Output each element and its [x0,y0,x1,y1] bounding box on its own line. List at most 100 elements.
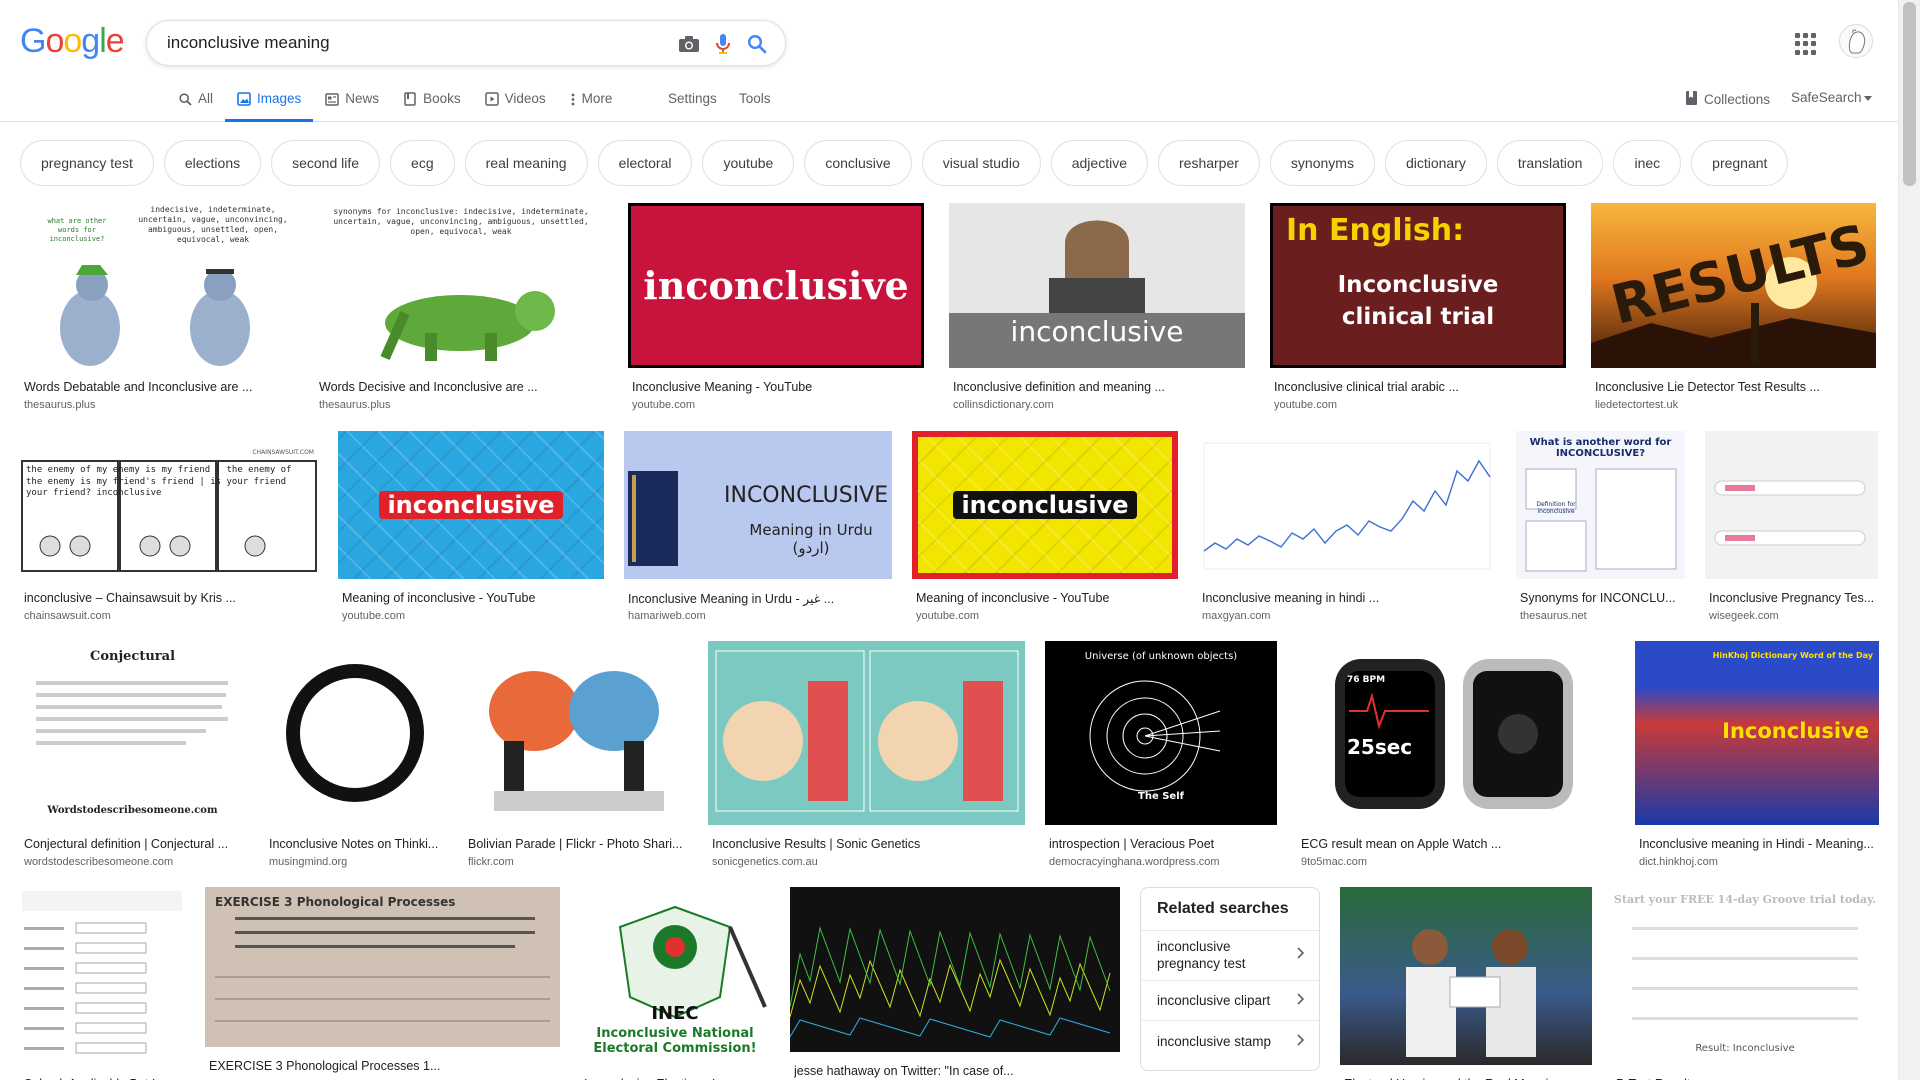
image-result[interactable]: Inconclusive Results | Sonic Genetics son… [708,641,1025,869]
image-result[interactable]: jesse hathaway on Twitter: "In case of..… [790,887,1120,1080]
image-result[interactable]: INCONCLUSIVE Meaning in Urdu (اردو) Inconc… [624,431,892,623]
result-title[interactable]: Inconclusive Meaning in Urdu - غیر ... [628,591,890,606]
result-thumbnail[interactable] [265,641,444,825]
microphone-icon[interactable] [711,33,735,55]
chip-pregnant[interactable]: pregnant [1691,140,1789,186]
image-result[interactable]: Start your FREE 14-day Groove trial toda… [1612,887,1878,1080]
result-thumbnail[interactable]: inconclusive [912,431,1178,579]
tab-news[interactable]: News [313,86,391,122]
result-thumbnail[interactable]: Conjectural Wordstodescribesomeone.com [20,641,245,825]
image-result[interactable]: synonyms for inconclusive: indecisive, i… [315,203,606,412]
image-result[interactable]: RESULTS Inconclusive Lie Detector Test Re… [1591,203,1876,412]
chip-visual-studio[interactable]: visual studio [921,140,1041,186]
chip-resharper[interactable]: resharper [1158,140,1260,186]
result-thumbnail[interactable]: what are other words for inconclusive? in… [20,203,294,368]
result-title[interactable]: Words Debatable and Inconclusive are ... [24,380,292,394]
image-result[interactable]: inconclusive Inconclusive Meaning - YouTu… [628,203,924,412]
chip-ecg[interactable]: ecg [390,140,455,186]
tab-books[interactable]: Books [391,86,473,122]
result-title[interactable]: Meaning of inconclusive - YouTube [342,591,602,605]
tab-all[interactable]: All [166,86,225,122]
image-result[interactable]: Conjectural Wordstodescribesomeone.com Con… [20,641,245,869]
result-thumbnail[interactable] [790,887,1120,1052]
chip-conclusive[interactable]: conclusive [804,140,912,186]
image-result[interactable]: Bolivian Parade | Flickr - Photo Shari..… [464,641,688,869]
related-item[interactable]: inconclusive pregnancy test [1141,931,1319,981]
result-thumbnail[interactable]: Start your FREE 14-day Groove trial toda… [1612,887,1878,1065]
result-thumbnail[interactable] [20,887,185,1065]
result-title[interactable]: Inconclusive meaning in hindi ... [1202,591,1494,605]
camera-icon[interactable] [677,33,701,55]
tab-more[interactable]: More [558,86,625,122]
settings-link[interactable]: Settings [668,91,717,106]
image-result[interactable]: CHAINSAWSUIT.COM the enemy of my enemy is… [20,431,318,623]
chip-pregnancy-test[interactable]: pregnancy test [20,140,154,186]
result-title[interactable]: Conjectural definition | Conjectural ... [24,837,243,851]
collections-link[interactable]: Collections [1685,90,1770,109]
image-result[interactable]: Inconclusive Pregnancy Tes... wisegeek.co… [1705,431,1878,623]
chip-second-life[interactable]: second life [271,140,381,186]
result-title[interactable]: Inconclusive Notes on Thinki... [269,837,442,851]
result-title[interactable]: Meaning of inconclusive - YouTube [916,591,1176,605]
result-thumbnail[interactable] [1705,431,1878,579]
result-title[interactable]: inconclusive – Chainsawsuit by Kris ... [24,591,316,605]
chip-adjective[interactable]: adjective [1050,140,1148,186]
result-thumbnail[interactable]: inconclusive [628,203,924,368]
result-thumbnail[interactable]: RESULTS [1591,203,1876,368]
result-thumbnail[interactable]: What is another word for INCONCLUSIVE? De… [1516,431,1685,579]
chip-synonyms[interactable]: synonyms [1269,140,1375,186]
result-title[interactable]: introspection | Veracious Poet [1049,837,1275,851]
result-thumbnail[interactable] [708,641,1025,825]
scrollbar-thumb[interactable] [1903,2,1916,186]
result-title[interactable]: EXERCISE 3 Phonological Processes 1... [209,1059,558,1073]
result-title[interactable]: ECG result mean on Apple Watch ... [1301,837,1613,851]
search-input[interactable] [167,29,647,57]
result-thumbnail[interactable]: CHAINSAWSUIT.COM the enemy of my enemy is… [20,431,318,579]
tab-images[interactable]: Images [225,86,314,122]
image-result[interactable]: HinKhoj Dictionary Word of the Day Inconc… [1635,641,1879,869]
result-thumbnail[interactable]: INEC Inconclusive National Electoral Comm… [580,887,770,1065]
search-icon[interactable] [745,33,769,55]
chip-electoral[interactable]: electoral [597,140,693,186]
related-item[interactable]: inconclusive clipart [1141,981,1319,1021]
image-result[interactable]: Electoral Umpire and the Real Meaning... [1340,887,1592,1080]
result-thumbnail[interactable] [1198,431,1496,579]
result-title[interactable]: Inconclusive Lie Detector Test Results .… [1595,380,1874,394]
image-result[interactable]: Universe (of unknown objects) The Self int… [1045,641,1277,869]
result-thumbnail[interactable]: synonyms for inconclusive: indecisive, i… [315,203,606,368]
chip-elections[interactable]: elections [163,140,262,186]
result-thumbnail[interactable]: inconclusive [949,203,1245,368]
result-thumbnail[interactable]: In English: Inconclusive clinical trial [1270,203,1566,368]
image-result[interactable]: INEC Inconclusive National Electoral Comm… [580,887,770,1080]
result-title[interactable]: Inconclusive Pregnancy Tes... [1709,591,1876,605]
result-thumbnail[interactable]: Universe (of unknown objects) The Self [1045,641,1277,825]
result-title[interactable]: Words Decisive and Inconclusive are ... [319,380,604,394]
result-title[interactable]: Synonyms for INCONCLU... [1520,591,1683,605]
result-thumbnail[interactable] [1340,887,1592,1065]
result-title[interactable]: Inconclusive Results | Sonic Genetics [712,837,1023,851]
page-scrollbar[interactable] [1898,0,1920,1080]
result-title[interactable]: Inconclusive clinical trial arabic ... [1274,380,1564,394]
chip-translation[interactable]: translation [1496,140,1604,186]
result-title[interactable]: Inconclusive definition and meaning ... [953,380,1243,394]
tools-link[interactable]: Tools [739,91,771,106]
chip-inec[interactable]: inec [1613,140,1682,186]
related-item[interactable]: inconclusive stamp [1141,1021,1319,1061]
apps-grid-icon[interactable] [1795,33,1817,55]
image-result[interactable]: inconclusive Meaning of inconclusive - Yo… [338,431,604,623]
chip-youtube[interactable]: youtube [702,140,795,186]
result-thumbnail[interactable]: inconclusive [338,431,604,579]
tab-videos[interactable]: Videos [473,86,558,122]
safesearch-menu[interactable]: SafeSearch [1791,90,1872,105]
image-result[interactable]: In English: Inconclusive clinical trial In… [1270,203,1566,412]
chip-dictionary[interactable]: dictionary [1384,140,1487,186]
image-result[interactable]: EXERCISE 3 Phonological Processes EXERCIS… [205,887,560,1080]
result-thumbnail[interactable]: 76 BPM 25sec [1297,641,1615,825]
result-thumbnail[interactable]: HinKhoj Dictionary Word of the Day Inconc… [1635,641,1879,825]
google-logo[interactable]: Google [20,22,125,61]
result-thumbnail[interactable]: INCONCLUSIVE Meaning in Urdu (اردو) [624,431,892,579]
result-title[interactable]: Inconclusive meaning in Hindi - Meaning.… [1639,837,1877,851]
result-title[interactable]: Inconclusive Meaning - YouTube [632,380,922,394]
image-result[interactable]: what are other words for inconclusive? in… [20,203,294,412]
result-title[interactable]: jesse hathaway on Twitter: "In case of..… [794,1064,1118,1078]
